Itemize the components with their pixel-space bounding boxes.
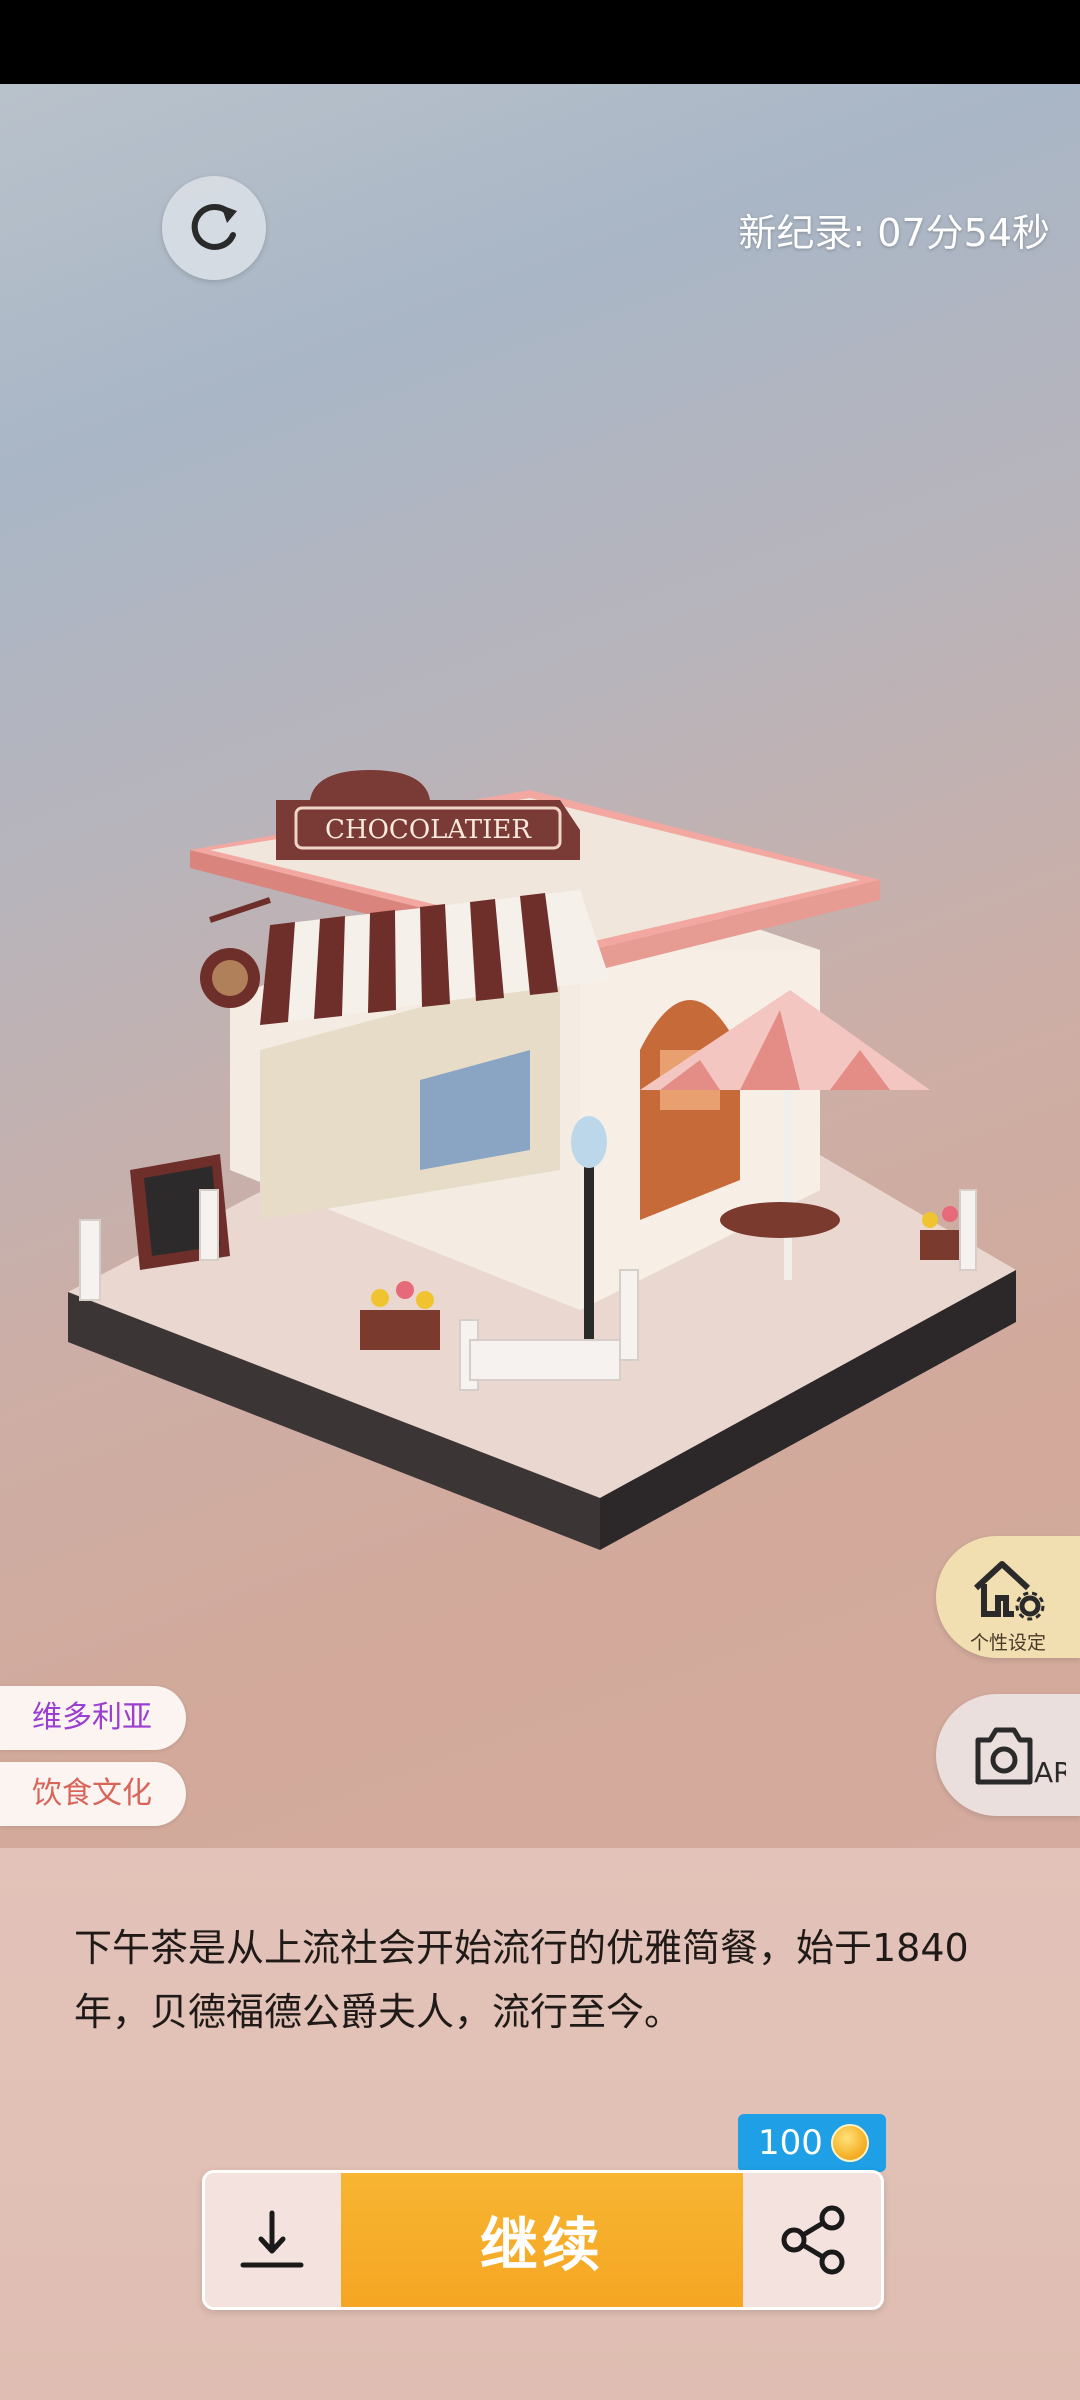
ar-camera-button[interactable]: AR	[936, 1694, 1080, 1816]
refresh-icon	[191, 204, 237, 250]
tag-victoria[interactable]: 维多利亚	[0, 1686, 186, 1750]
continue-button[interactable]: 继续	[341, 2173, 743, 2307]
description-text: 下午茶是从上流社会开始流行的优雅简餐，始于1840年，贝德福德公爵夫人，流行至今…	[74, 1926, 969, 2034]
share-icon	[781, 2205, 845, 2275]
restart-button[interactable]	[162, 176, 266, 280]
personal-settings-button[interactable]: 个性设定	[936, 1536, 1080, 1658]
dollhouse-model[interactable]: CHOCOLATIER	[60, 750, 1020, 1570]
download-icon	[240, 2210, 304, 2268]
action-bar: 继续	[202, 2170, 884, 2310]
ar-label: AR	[1034, 1756, 1066, 1789]
share-button[interactable]	[747, 2173, 881, 2307]
reward-badge: 100	[738, 2114, 886, 2184]
game-scene[interactable]: 新纪录: 07分54秒 CHOCOLATIER 个性设定 AR 维多利亚 饮食文…	[0, 84, 1080, 1848]
house-gear-icon	[973, 1561, 1045, 1621]
reward-amount: 100	[758, 2123, 823, 2163]
status-bar	[0, 0, 1080, 84]
camera-ar-icon: AR	[975, 1727, 1066, 1789]
coin-icon	[830, 2124, 869, 2162]
shop-sign-text: CHOCOLATIER	[325, 815, 532, 845]
new-record-text: 新纪录: 07分54秒	[738, 211, 1050, 255]
download-button[interactable]	[205, 2173, 339, 2307]
tag-food-culture[interactable]: 饮食文化	[0, 1762, 186, 1826]
personal-settings-label: 个性设定	[970, 1632, 1047, 1654]
